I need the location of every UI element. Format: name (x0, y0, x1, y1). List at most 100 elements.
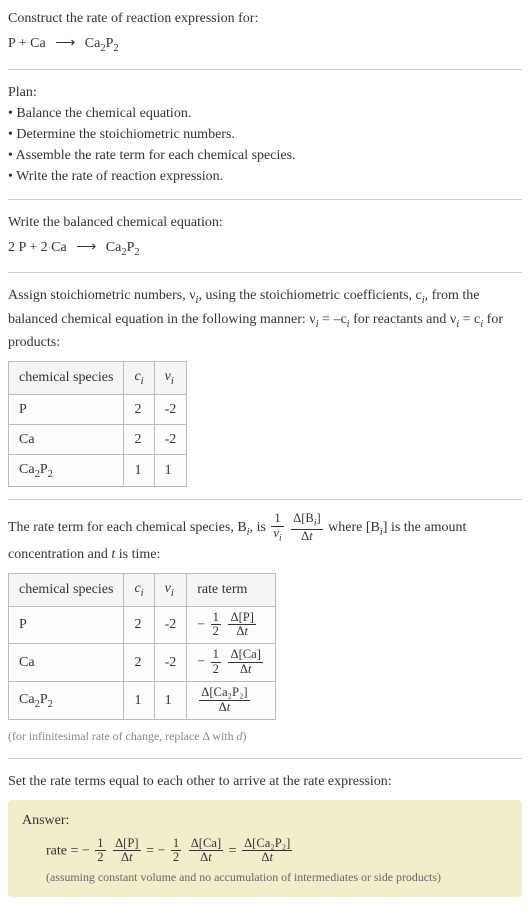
num: Δ[Ca₂P₂] (242, 837, 292, 852)
arrow-icon: ⟶ (76, 237, 96, 258)
text: , is (250, 520, 270, 535)
table-row: Ca 2 -2 − 12 Δ[Ca]Δt (9, 644, 276, 682)
bal-left: 2 P + 2 Ca (8, 240, 67, 255)
table-header-row: chemical species ci νi (9, 362, 187, 395)
num: 1 (171, 837, 181, 852)
text: is time: (115, 547, 160, 562)
eq-right-ca: Ca (85, 36, 101, 51)
frac: Δ[Ca]Δt (228, 648, 262, 677)
neg: − (157, 843, 165, 858)
num: 1 (95, 837, 105, 852)
bal-right-sub2: 2 (134, 246, 139, 257)
balanced-title: Write the balanced chemical equation: (8, 212, 522, 233)
col-vi: νi (154, 362, 187, 395)
frac: Δ[Ca]Δt (189, 837, 223, 866)
table-row: P 2 -2 − 12 Δ[P]Δt (9, 606, 276, 644)
frac: 12 (95, 837, 105, 866)
eq: = (146, 843, 157, 858)
den: Δt (113, 851, 141, 865)
cell-vi: -2 (154, 606, 187, 644)
cell-rate: Δ[Ca₂P₂]Δt (187, 681, 276, 719)
rateterm-section: The rate term for each chemical species,… (8, 512, 522, 745)
answer-note: (assuming constant volume and no accumul… (22, 869, 508, 887)
cell-species: Ca (9, 644, 124, 682)
sub: i (279, 534, 282, 544)
col-ci: ci (124, 574, 154, 607)
stoich-section: Assign stoichiometric numbers, νi, using… (8, 285, 522, 487)
balanced-section: Write the balanced chemical equation: 2 … (8, 212, 522, 261)
text: = c (459, 312, 480, 327)
cell-vi: -2 (154, 424, 187, 454)
table-header-row: chemical species ci νi rate term (9, 574, 276, 607)
cell-species: P (9, 606, 124, 644)
frac: 1 νi (271, 512, 283, 544)
plan-list: Balance the chemical equation. Determine… (8, 103, 522, 187)
divider (8, 758, 522, 759)
divider (8, 272, 522, 273)
plan-title: Plan: (8, 82, 522, 103)
answer-box: Answer: rate = − 12 Δ[P]Δt = − 12 Δ[Ca]Δ… (8, 800, 522, 898)
cell-vi: -2 (154, 394, 187, 424)
cell-vi: -2 (154, 644, 187, 682)
num: Δ[Ca] (228, 648, 262, 663)
cell-vi: 1 (154, 454, 187, 487)
eq-right-sub2: 2 (113, 43, 118, 54)
den: 2 (95, 851, 105, 865)
cell-ci: 2 (124, 644, 154, 682)
divider (8, 199, 522, 200)
eq: = (229, 843, 240, 858)
num: Δ[P] (113, 837, 141, 852)
den: Δt (189, 851, 223, 865)
answer-formula: rate = − 12 Δ[P]Δt = − 12 Δ[Ca]Δt = Δ[Ca… (22, 837, 508, 866)
den: 2 (171, 851, 181, 865)
divider (8, 69, 522, 70)
num: Δ[Bi] (291, 512, 323, 530)
intro-equation: P + Ca ⟶ Ca2P2 (8, 33, 522, 57)
arrow-icon: ⟶ (55, 33, 75, 54)
den: Δt (228, 625, 256, 639)
frac: Δ[Ca₂P₂]Δt (199, 686, 249, 715)
col-vi: νi (154, 574, 187, 607)
plan-item: Write the rate of reaction expression. (8, 166, 522, 187)
cell-species: Ca2P2 (9, 681, 124, 719)
rate-label: rate = (46, 843, 82, 858)
den: νi (271, 527, 283, 544)
eq-left: P + Ca (8, 36, 46, 51)
text: = –c (319, 312, 347, 327)
text: Δ[B (293, 511, 314, 525)
frac: Δ[Bi] Δt (291, 512, 323, 544)
frac: 12 (211, 648, 221, 677)
col-species: chemical species (9, 362, 124, 395)
neg: − (82, 843, 90, 858)
frac: Δ[P]Δt (113, 837, 141, 866)
rateterm-table: chemical species ci νi rate term P 2 -2 … (8, 573, 276, 720)
cell-ci: 1 (124, 681, 154, 719)
den: Δt (228, 663, 262, 677)
num: Δ[Ca] (189, 837, 223, 852)
frac: 12 (211, 611, 221, 640)
col-rate: rate term (187, 574, 276, 607)
den: Δt (199, 701, 249, 715)
frac: Δ[Ca₂P₂]Δt (242, 837, 292, 866)
cell-ci: 1 (124, 454, 154, 487)
intro-section: Construct the rate of reaction expressio… (8, 8, 522, 57)
text: ] (316, 511, 320, 525)
cell-rate: − 12 Δ[Ca]Δt (187, 644, 276, 682)
text: The rate term for each chemical species,… (8, 520, 247, 535)
table-row: Ca2P2 1 1 Δ[Ca₂P₂]Δt (9, 681, 276, 719)
balanced-equation: 2 P + 2 Ca ⟶ Ca2P2 (8, 237, 522, 261)
den: Δt (291, 530, 323, 544)
num: 1 (271, 512, 283, 527)
divider (8, 499, 522, 500)
cell-species: P (9, 394, 124, 424)
rateterm-desc: The rate term for each chemical species,… (8, 512, 522, 565)
cell-ci: 2 (124, 606, 154, 644)
den: Δt (242, 851, 292, 865)
sign: − (197, 617, 205, 632)
plan-item: Determine the stoichiometric numbers. (8, 124, 522, 145)
cell-species: Ca2P2 (9, 454, 124, 487)
intro-prompt: Construct the rate of reaction expressio… (8, 8, 522, 29)
frac: 12 (171, 837, 181, 866)
text: where [B (328, 520, 380, 535)
text: Assign stoichiometric numbers, ν (8, 288, 196, 303)
